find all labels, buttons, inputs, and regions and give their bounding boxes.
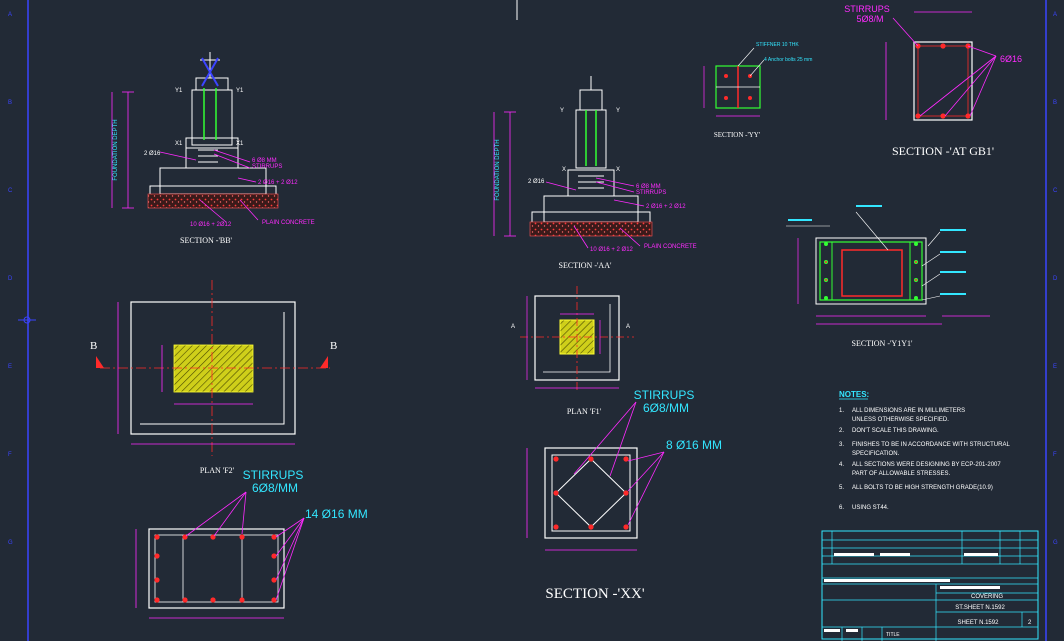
border-row-label-right-g: G [1053, 540, 1058, 546]
bb-x1-right: X1 [236, 141, 244, 147]
yy-anchor-label: 4 Anchor bolts 25 mm [764, 57, 812, 63]
aa-y-left: Y [560, 108, 564, 114]
note-text: DON'T SCALE THIS DRAWING. [852, 428, 939, 434]
note-number: 6. [839, 505, 844, 511]
bb-stirrups: STIRRUPS [252, 164, 282, 170]
gb1-stirrups-spec: 5Ø8/M [856, 14, 883, 24]
border-row-label-right-e: E [1053, 364, 1057, 370]
aa-stirrups: STIRRUPS [636, 190, 666, 196]
section-xx-title: SECTION -'XX' [545, 586, 644, 602]
f2-marker-right: B [330, 340, 337, 352]
border-row-label-left-e: E [8, 364, 12, 370]
aa-bars-bottom: 10 Ø16 + 2 Ø12 [590, 247, 634, 253]
note-text: ALL BOLTS TO BE HIGH STRENGTH GRADE(10.9… [852, 485, 993, 491]
border-row-label-left-b: B [8, 100, 12, 106]
title-block-title-label: TITLE [886, 632, 900, 638]
note-text: USING ST44. [852, 505, 889, 511]
aa-y-right: Y [616, 108, 620, 114]
title-block-sheet-no: SHEET N.1592 [958, 620, 1000, 626]
title-block-sheet-ref: ST.SHEET N.1592 [955, 605, 1005, 611]
plan-f1-title: PLAN 'F1' [567, 407, 602, 416]
aa-x-left: X [562, 167, 566, 173]
plan-f2-title: PLAN 'F2' [200, 466, 235, 475]
aa-plain-concrete: PLAIN CONCRETE [644, 244, 697, 250]
f2-marker-left: B [90, 340, 97, 352]
gb-bottom-stirrups-label: STIRRUPS [243, 468, 304, 482]
aa-bar-left: 2 Ø16 [528, 179, 545, 185]
bb-depth-label: FOUNDATION DEPTH [113, 119, 119, 180]
border-row-label-left-a: A [8, 12, 12, 18]
border-row-label-left-g: G [8, 540, 13, 546]
note-number: 4. [839, 462, 844, 468]
f1-marker-right: A [626, 324, 630, 330]
f1-marker-left: A [511, 324, 515, 330]
bb-x1-left: X1 [175, 141, 183, 147]
note-text: FINISHES TO BE IN ACCORDANCE WITH STRUCT… [852, 442, 1010, 448]
border-row-label-left-d: D [8, 276, 13, 282]
bb-bar-left: 2 Ø16 [144, 151, 161, 157]
bb-bars-top: 2 Ø16 + 2 Ø12 [258, 180, 298, 186]
gb-bottom-stirrups-spec: 6Ø8/MM [252, 481, 298, 495]
border-row-label-left-f: F [8, 452, 12, 458]
note-text-continued: SPECIFICATION. [852, 451, 900, 457]
xx-bars-label: 8 Ø16 MM [666, 438, 722, 452]
border-row-label-right-d: D [1053, 276, 1058, 282]
gb-bottom-bars-label: 14 Ø16 MM [305, 507, 368, 521]
drawing-frame [0, 0, 1064, 641]
note-text: ALL DIMENSIONS ARE IN MILLIMETERS [852, 408, 965, 414]
bb-y1-right: Y1 [236, 88, 244, 94]
title-block-project: COVERING [971, 594, 1003, 600]
note-text-continued: UNLESS OTHERWISE SPECIFIED. [852, 417, 949, 423]
bb-plain-concrete: PLAIN CONCRETE [262, 220, 315, 226]
section-yy-title: SECTION -'YY' [714, 131, 760, 139]
drawing-canvas[interactable]: A A B B C C D D E E F F G G FOUNDATION DEPTH 2… [0, 0, 1064, 641]
bb-bars-bottom: 10 Ø16 + 2Ø12 [190, 222, 232, 228]
aa-x-right: X [616, 167, 620, 173]
border-row-label-left-c: C [8, 188, 13, 194]
note-number: 5. [839, 485, 844, 491]
section-aa-title: SECTION -'AA' [559, 261, 612, 270]
aa-depth-label: FOUNDATION DEPTH [495, 139, 501, 200]
border-row-label-right-a: A [1053, 12, 1057, 18]
aa-bars-top: 2 Ø16 + 2 Ø12 [646, 204, 686, 210]
section-y1y1-title: SECTION -'Y1Y1' [852, 339, 913, 348]
bb-y1-left: Y1 [175, 88, 183, 94]
note-number: 2. [839, 428, 844, 434]
border-row-label-right-c: C [1053, 188, 1058, 194]
border-row-label-right-b: B [1053, 100, 1057, 106]
note-text: ALL SECTIONS WERE DESIGNING BY ECP-201-2… [852, 462, 1001, 468]
gb1-stirrups-label: STIRRUPS [844, 4, 890, 14]
xx-stirrups-label: STIRRUPS [634, 388, 695, 402]
yy-stiffner-label: STIFFNER 10 THK [756, 42, 799, 48]
note-number: 3. [839, 442, 844, 448]
section-gb1-title: SECTION -'AT GB1' [892, 144, 994, 158]
border-row-label-right-f: F [1053, 452, 1057, 458]
note-number: 1. [839, 408, 844, 414]
notes-title: NOTES: [839, 390, 869, 399]
gb1-bars-label: 6Ø16 [1000, 54, 1022, 64]
section-bb-title: SECTION -'BB' [180, 236, 233, 245]
note-text-continued: PART OF ALLOWABLE STRESSES. [852, 471, 950, 477]
xx-stirrups-spec: 6Ø8/MM [643, 401, 689, 415]
